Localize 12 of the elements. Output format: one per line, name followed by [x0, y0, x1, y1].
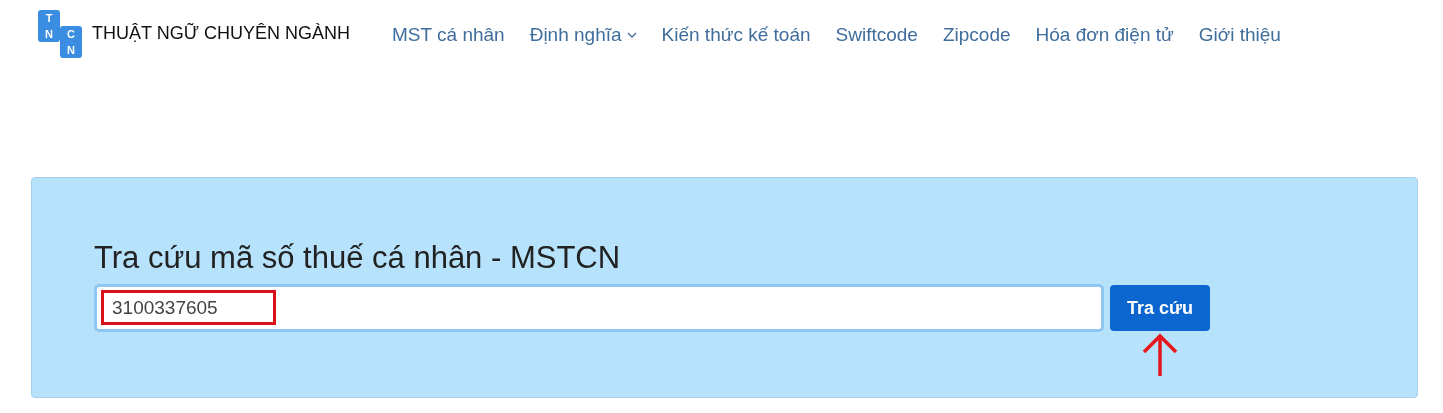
search-button[interactable]: Tra cứu — [1110, 285, 1210, 331]
nav-link[interactable]: MST cá nhân — [392, 24, 505, 46]
nav-link[interactable]: Định nghĩa — [529, 24, 637, 46]
tax-code-field[interactable]: 3100337605 — [94, 284, 1104, 332]
caret-icon — [626, 31, 637, 39]
nav-link[interactable]: Zipcode — [942, 24, 1011, 46]
search-title: Tra cứu mã số thuế cá nhân - MSTCN — [94, 240, 622, 276]
nav-link[interactable]: Giới thiệu — [1198, 24, 1281, 46]
nav-link[interactable]: Kiến thức kế toán — [661, 24, 811, 46]
nav-link[interactable]: Swiftcode — [835, 24, 918, 46]
site-name[interactable]: THUẬT NGỮ CHUYÊN NGÀNH — [92, 23, 351, 44]
nav-link[interactable]: Hóa đơn điện tử — [1035, 24, 1174, 46]
